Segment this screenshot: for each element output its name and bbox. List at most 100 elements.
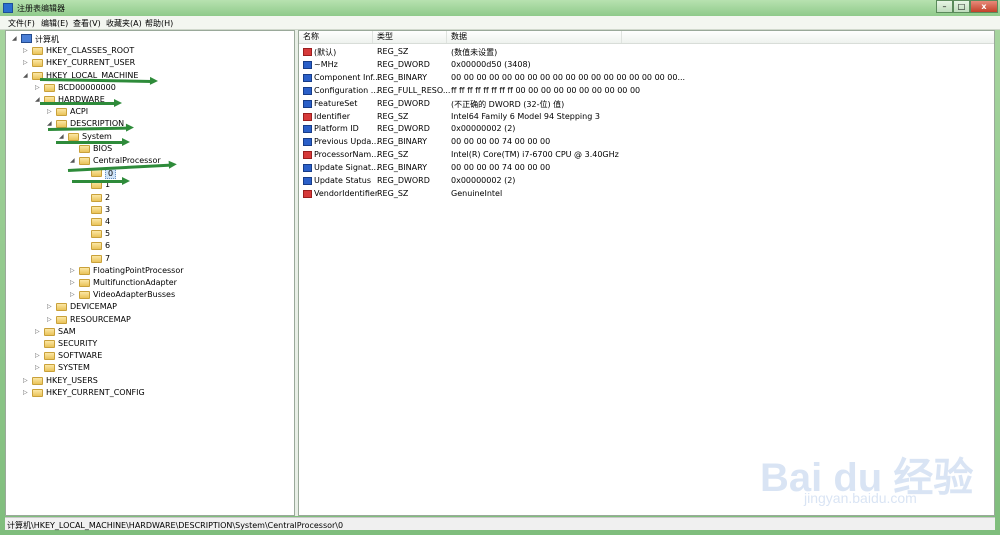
value-type: REG_DWORD — [377, 59, 430, 69]
value-row[interactable]: (默认) REG_SZ (数值未设置) — [299, 46, 994, 59]
value-data: 0x00000d50 (3408) — [451, 59, 531, 69]
expand-toggle-icon[interactable]: ◢ — [12, 34, 19, 43]
folder-icon — [68, 132, 79, 141]
value-data: 0x00000002 (2) — [451, 176, 516, 185]
folder-icon — [79, 144, 90, 153]
menu-bar: 文件(F) 编辑(E) 查看(V) 收藏夹(A) 帮助(H) — [0, 16, 1000, 30]
folder-icon — [44, 352, 55, 361]
expand-toggle-icon[interactable]: ◢ — [23, 71, 30, 80]
folder-icon — [79, 279, 90, 287]
string-value-icon — [303, 112, 312, 121]
menu-favorites[interactable]: 收藏夹(A) — [106, 18, 142, 29]
expand-toggle-icon[interactable]: ▷ — [23, 58, 30, 67]
value-row[interactable]: FeatureSet REG_DWORD (不正确的 DWORD (32-位) 值) — [299, 98, 994, 111]
value-type: REG_BINARY — [377, 163, 428, 173]
folder-icon — [91, 254, 102, 263]
string-value-icon — [303, 151, 312, 160]
tree-node-label[interactable]: FloatingPointProcessor — [93, 266, 184, 275]
tree-node-label[interactable]: 4 — [105, 217, 110, 226]
menu-help[interactable]: 帮助(H) — [145, 18, 173, 29]
value-row[interactable]: Identifier REG_SZ Intel64 Family 6 Model 9… — [299, 111, 994, 124]
menu-view[interactable]: 查看(V) — [73, 18, 101, 29]
tree-node-label[interactable]: SAM — [58, 327, 76, 336]
expand-toggle-icon[interactable]: ▷ — [35, 83, 42, 92]
menu-file[interactable]: 文件(F) — [8, 18, 35, 29]
value-row[interactable]: Platform ID REG_DWORD 0x00000002 (2) — [299, 123, 994, 136]
value-row[interactable]: ~MHz REG_DWORD 0x00000d50 (3408) — [299, 59, 994, 72]
expand-toggle-icon[interactable]: ▷ — [70, 290, 77, 299]
tree-node-label[interactable]: DEVICEMAP — [70, 302, 117, 311]
expand-toggle-icon[interactable]: ▷ — [35, 351, 42, 360]
value-type: REG_FULL_RESO... — [377, 85, 451, 95]
tree-node-label[interactable]: MultifunctionAdapter — [93, 278, 177, 287]
binary-value-icon — [303, 60, 312, 69]
value-name: FeatureSet — [314, 98, 358, 108]
tree-node-label[interactable]: HKEY_CLASSES_ROOT — [46, 46, 134, 55]
watermark-url: jingyan.baidu.com — [804, 490, 917, 506]
value-row[interactable]: ProcessorNam... REG_SZ Intel(R) Core(TM) i… — [299, 149, 994, 162]
tree-node-label[interactable]: BCD00000000 — [58, 83, 116, 92]
value-row[interactable]: Update Status REG_DWORD 0x00000002 (2) — [299, 175, 994, 188]
tree-node-label[interactable]: HKEY_CURRENT_CONFIG — [46, 388, 145, 397]
column-header-name[interactable]: 名称 — [299, 31, 373, 43]
tree-node-label[interactable]: SECURITY — [58, 339, 97, 348]
expand-toggle-icon[interactable]: ▷ — [23, 388, 30, 397]
annotation-arrow-4 — [56, 138, 130, 146]
tree-node-label[interactable]: ACPI — [70, 107, 88, 116]
expand-toggle-icon[interactable]: ▷ — [47, 315, 54, 324]
value-row[interactable]: Previous Upda... REG_BINARY 00 00 00 00 74… — [299, 136, 994, 149]
expand-toggle-icon[interactable]: ▷ — [23, 376, 30, 385]
close-button[interactable]: x — [970, 0, 998, 13]
value-row[interactable]: VendorIdentifier REG_SZ GenuineIntel — [299, 188, 994, 201]
expand-toggle-icon[interactable]: ▷ — [23, 46, 30, 55]
tree-node-label[interactable]: 6 — [105, 241, 110, 250]
expand-toggle-icon[interactable]: ◢ — [70, 156, 77, 165]
tree-node-label[interactable]: HKEY_CURRENT_USER — [46, 58, 135, 67]
value-row[interactable]: Component Inf... REG_BINARY 00 00 00 00 00… — [299, 72, 994, 85]
expand-toggle-icon[interactable]: ▷ — [47, 107, 54, 116]
maximize-button[interactable]: □ — [953, 0, 970, 13]
tree-node-label[interactable]: VideoAdapterBusses — [93, 290, 175, 299]
title-bar[interactable]: 注册表编辑器 – □ x — [0, 0, 1000, 16]
value-type: REG_SZ — [377, 47, 409, 56]
expand-toggle-icon[interactable]: ▷ — [47, 302, 54, 311]
menu-edit[interactable]: 编辑(E) — [41, 18, 68, 29]
folder-icon — [44, 340, 55, 348]
tree-node-label[interactable]: BIOS — [93, 144, 112, 153]
tree-node-label[interactable]: 计算机 — [35, 34, 59, 45]
annotation-arrow-6 — [72, 177, 130, 185]
tree-node-label[interactable]: 5 — [105, 229, 110, 238]
registry-editor-window: 注册表编辑器 – □ x 文件(F) 编辑(E) 查看(V) 收藏夹(A) 帮助… — [0, 0, 1000, 535]
tree-node-label[interactable]: 7 — [105, 254, 110, 263]
tree-node-label[interactable]: HKEY_USERS — [46, 376, 98, 385]
folder-icon — [44, 327, 55, 336]
status-bar: 计算机\HKEY_LOCAL_MACHINE\HARDWARE\DESCRIPT… — [5, 517, 995, 530]
value-type: REG_BINARY — [377, 72, 428, 82]
expand-toggle-icon[interactable]: ▷ — [70, 278, 77, 287]
tree-node-label[interactable]: SYSTEM — [58, 363, 90, 372]
value-row[interactable]: Update Signat... REG_BINARY 00 00 00 00 74… — [299, 162, 994, 175]
folder-icon — [91, 205, 102, 214]
baidu-watermark: Bai du 经验 jingyan.baidu.com — [760, 430, 990, 510]
expand-toggle-icon[interactable]: ◢ — [59, 132, 66, 141]
value-name: ~MHz — [314, 59, 338, 69]
value-row[interactable]: Configuration ... REG_FULL_RESO... ff ff f… — [299, 85, 994, 98]
value-data: Intel(R) Core(TM) i7-6700 CPU @ 3.40GHz — [451, 150, 619, 160]
computer-icon — [21, 34, 32, 43]
value-data: 00 00 00 00 74 00 00 00 — [451, 163, 551, 173]
expand-toggle-icon[interactable]: ▷ — [70, 266, 77, 275]
column-header-type[interactable]: 类型 — [373, 31, 447, 43]
expand-toggle-icon[interactable]: ▷ — [35, 327, 42, 336]
expand-toggle-icon[interactable]: ▷ — [35, 363, 42, 372]
minimize-button[interactable]: – — [936, 0, 953, 13]
tree-node-label[interactable]: SOFTWARE — [58, 351, 102, 360]
folder-icon — [32, 376, 43, 385]
tree-node-label[interactable]: 3 — [105, 205, 110, 214]
tree-node-label[interactable]: System — [82, 132, 112, 141]
tree-node-label[interactable]: RESOURCEMAP — [70, 315, 131, 324]
tree-node-label[interactable]: 2 — [105, 193, 110, 202]
folder-icon — [32, 59, 43, 68]
column-header-data[interactable]: 数据 — [447, 31, 622, 43]
